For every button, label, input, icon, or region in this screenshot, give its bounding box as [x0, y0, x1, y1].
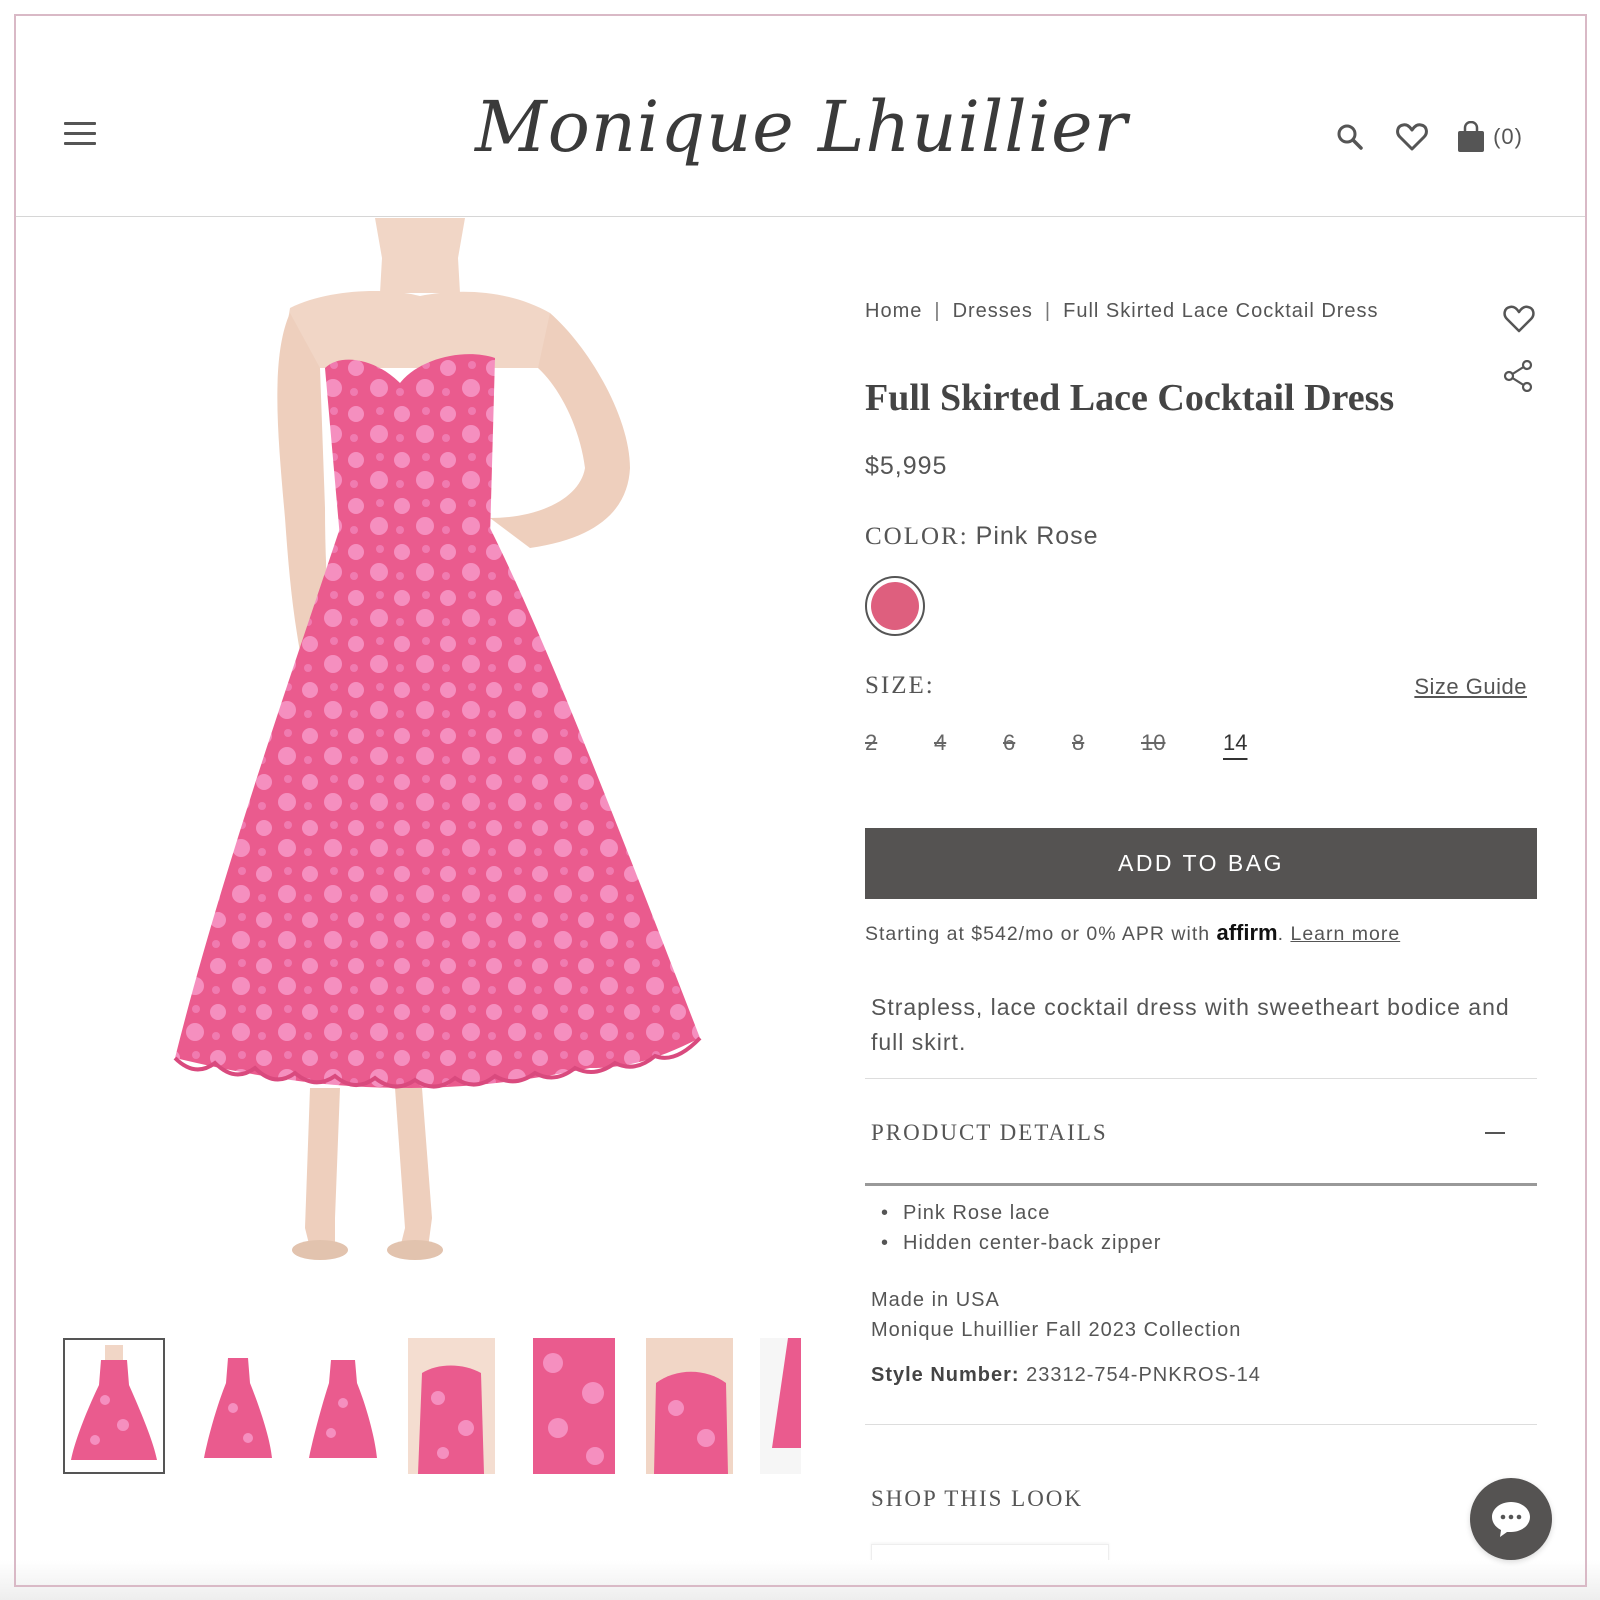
collapse-minus-icon: [1485, 1132, 1505, 1134]
product-price: $5,995: [865, 452, 948, 480]
product-details-title: PRODUCT DETAILS: [871, 1120, 1108, 1145]
page-bottom-edge: [0, 1560, 1600, 1600]
shop-this-look-title: SHOP THIS LOOK: [871, 1486, 1084, 1511]
list-item: Pink Rose lace: [871, 1198, 1161, 1228]
size-option-2[interactable]: 2: [865, 730, 934, 756]
product-title: Full Skirted Lace Cocktail Dress: [865, 377, 1395, 419]
financing-period: .: [1277, 923, 1285, 945]
add-to-bag-button[interactable]: ADD TO BAG: [865, 828, 1537, 899]
size-caption: SIZE:: [865, 672, 935, 699]
header-actions: (0): [1333, 120, 1523, 154]
style-number-value: 23312-754-PNKROS-14: [1026, 1364, 1261, 1386]
size-option-10[interactable]: 10: [1141, 730, 1223, 756]
thumbnail-5[interactable]: [533, 1338, 615, 1474]
product-main-image[interactable]: [160, 218, 720, 1298]
origin-info: Made in USA Monique Lhuillier Fall 2023 …: [871, 1285, 1241, 1345]
chat-bubble-icon[interactable]: [1470, 1478, 1552, 1560]
thumbnail-3[interactable]: [303, 1338, 383, 1474]
size-option-14[interactable]: 14: [1223, 730, 1292, 756]
style-number: Style Number: 23312-754-PNKROS-14: [871, 1364, 1261, 1387]
financing-text: Starting at $542/mo or 0% APR with: [865, 923, 1211, 945]
learn-more-link[interactable]: Learn more: [1290, 923, 1400, 945]
thumbnail-7[interactable]: [760, 1338, 801, 1474]
cart-button[interactable]: (0): [1457, 121, 1523, 153]
product-details-toggle[interactable]: PRODUCT DETAILS: [865, 1086, 1537, 1186]
thumbnail-1[interactable]: [63, 1338, 165, 1474]
list-item: Hidden center-back zipper: [871, 1228, 1161, 1258]
image-thumbnails: [63, 1338, 801, 1474]
color-swatch-pink-rose[interactable]: [865, 576, 925, 636]
product-description: Strapless, lace cocktail dress with swee…: [871, 994, 1510, 1055]
color-caption: COLOR:: [865, 523, 969, 550]
shopping-bag-icon: [1458, 121, 1485, 152]
divider: [865, 1078, 1537, 1079]
divider: [865, 1424, 1537, 1425]
color-value: Pink Rose: [975, 522, 1099, 550]
thumbnail-4[interactable]: [408, 1338, 495, 1474]
affirm-logo: affirm: [1216, 920, 1278, 945]
size-guide-link[interactable]: Size Guide: [1414, 674, 1527, 700]
breadcrumb-home[interactable]: Home: [865, 300, 922, 322]
financing-note: Starting at $542/mo or 0% APR with affir…: [865, 920, 1400, 946]
size-option-6[interactable]: 6: [1003, 730, 1072, 756]
size-options: 2 4 6 8 10 14: [865, 730, 1292, 756]
search-icon[interactable]: [1333, 120, 1367, 154]
wishlist-heart-icon[interactable]: [1395, 120, 1429, 154]
thumbnail-2[interactable]: [198, 1338, 278, 1474]
breadcrumb-current: Full Skirted Lace Cocktail Dress: [1063, 300, 1379, 322]
size-option-4[interactable]: 4: [934, 730, 1003, 756]
breadcrumb: Home | Dresses | Full Skirted Lace Cocktail …: [865, 300, 1379, 323]
product-details-list: Pink Rose lace Hidden center-back zipper: [871, 1198, 1161, 1258]
style-number-label: Style Number:: [871, 1364, 1020, 1386]
site-header: Monique Lhuillier (0): [16, 16, 1587, 217]
breadcrumb-separator: |: [934, 300, 941, 322]
breadcrumb-separator: |: [1044, 300, 1052, 322]
add-to-wishlist-heart-icon[interactable]: [1503, 304, 1535, 339]
color-label: COLOR: Pink Rose: [865, 522, 1099, 551]
cart-count: (0): [1493, 124, 1523, 149]
thumbnail-6[interactable]: [646, 1338, 733, 1474]
collection-name: Monique Lhuillier Fall 2023 Collection: [871, 1319, 1242, 1341]
made-in: Made in USA: [871, 1289, 1000, 1311]
breadcrumb-dresses[interactable]: Dresses: [953, 300, 1033, 322]
size-option-8[interactable]: 8: [1072, 730, 1141, 756]
share-icon[interactable]: [1503, 359, 1533, 397]
